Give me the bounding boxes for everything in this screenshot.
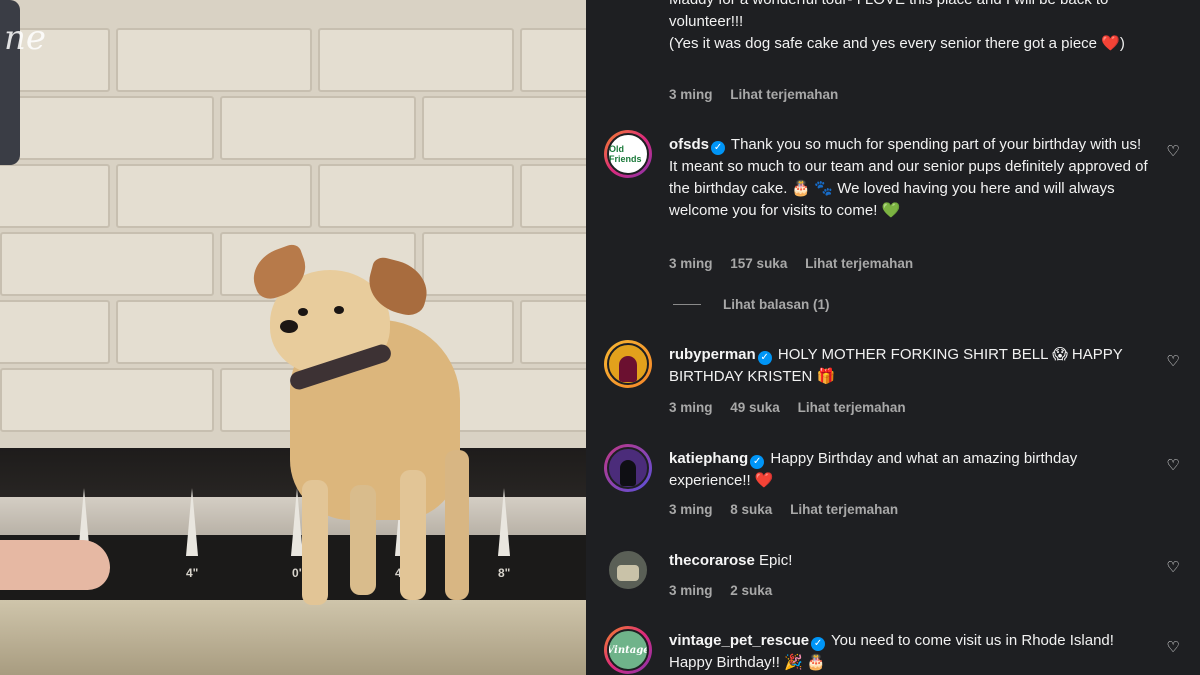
view-replies-label: Lihat balasan (1) xyxy=(723,297,830,312)
like-heart-icon[interactable]: ♡ xyxy=(1164,143,1182,161)
comment-meta: 3 ming 49 suka Lihat terjemahan xyxy=(669,400,920,415)
comment-text: Thank you so much for spending part of y… xyxy=(669,136,1148,219)
treadmill-base xyxy=(0,600,586,675)
comment-time: 3 ming xyxy=(669,583,713,598)
person-hand xyxy=(0,540,110,590)
comment-body: vintage_pet_rescue ✓ You need to come vis… xyxy=(669,630,1149,674)
avatar[interactable] xyxy=(604,340,652,388)
comment-body: ofsds ✓ Thank you so much for spending pa… xyxy=(669,134,1149,222)
view-replies-link[interactable]: Lihat balasan (1) xyxy=(673,297,830,312)
post-media-video[interactable]: ne 4" 0" 4" 8" xyxy=(0,0,586,675)
avatar[interactable] xyxy=(604,444,652,492)
comment-time: 3 ming xyxy=(669,502,713,517)
comment-time: 3 ming xyxy=(669,87,713,102)
comments-panel[interactable]: Maddy for a wonderful tour- I LOVE this … xyxy=(586,0,1200,675)
comment-text: Maddy for a wonderful tour- I LOVE this … xyxy=(669,0,1125,52)
comment-username[interactable]: rubyperman xyxy=(669,346,756,363)
replies-divider xyxy=(673,304,701,305)
comment-meta: 3 ming 8 suka Lihat terjemahan xyxy=(669,502,912,517)
like-heart-icon[interactable]: ♡ xyxy=(1164,457,1182,475)
see-translation-link[interactable]: Lihat terjemahan xyxy=(798,400,906,415)
comment-username[interactable]: thecorarose xyxy=(669,552,755,569)
avatar[interactable]: Vintage xyxy=(604,626,652,674)
comment-body: katiephang ✓ Happy Birthday and what an a… xyxy=(669,448,1149,492)
verified-badge-icon: ✓ xyxy=(811,637,826,651)
comment-body: rubyperman ✓ HOLY MOTHER FORKING SHIRT BE… xyxy=(669,344,1149,388)
see-translation-link[interactable]: Lihat terjemahan xyxy=(790,502,898,517)
like-heart-icon[interactable]: ♡ xyxy=(1164,639,1182,657)
avatar[interactable] xyxy=(604,546,652,594)
ruler-marker xyxy=(186,488,198,556)
comment-time: 3 ming xyxy=(669,400,713,415)
verified-badge-icon: ✓ xyxy=(757,351,772,365)
avatar-photo xyxy=(607,343,649,385)
avatar[interactable]: Old Friends xyxy=(604,130,652,178)
avatar-photo xyxy=(607,447,649,489)
like-heart-icon[interactable]: ♡ xyxy=(1164,559,1182,577)
comment-username[interactable]: vintage_pet_rescue xyxy=(669,632,809,649)
like-heart-icon[interactable]: ♡ xyxy=(1164,353,1182,371)
comment-likes[interactable]: 2 suka xyxy=(730,583,772,598)
verified-badge-icon: ✓ xyxy=(750,455,765,469)
comment-username[interactable]: katiephang xyxy=(669,450,748,467)
see-translation-link[interactable]: Lihat terjemahan xyxy=(805,256,913,271)
comment-body: thecorarose Epic! xyxy=(669,550,1149,572)
ruler-label: 4" xyxy=(186,566,199,580)
comment-likes[interactable]: 157 suka xyxy=(730,256,787,271)
comment-likes[interactable]: 8 suka xyxy=(730,502,772,517)
comment-likes[interactable]: 49 suka xyxy=(730,400,780,415)
avatar-logo: Old Friends xyxy=(607,133,649,175)
comment-meta: 3 ming 2 suka xyxy=(669,583,786,598)
comment-text: Epic! xyxy=(759,552,793,569)
see-translation-link[interactable]: Lihat terjemahan xyxy=(730,87,838,102)
avatar-logo: Vintage xyxy=(607,629,649,671)
comment-meta: 3 ming Lihat terjemahan xyxy=(669,87,852,102)
comment-username[interactable]: ofsds xyxy=(669,136,709,153)
video-watermark: ne xyxy=(4,18,47,58)
verified-badge-icon: ✓ xyxy=(711,141,726,155)
chihuahua-dog xyxy=(245,241,500,610)
comment-time: 3 ming xyxy=(669,256,713,271)
comment-meta: 3 ming 157 suka Lihat terjemahan xyxy=(669,256,927,271)
avatar-photo xyxy=(607,549,649,591)
